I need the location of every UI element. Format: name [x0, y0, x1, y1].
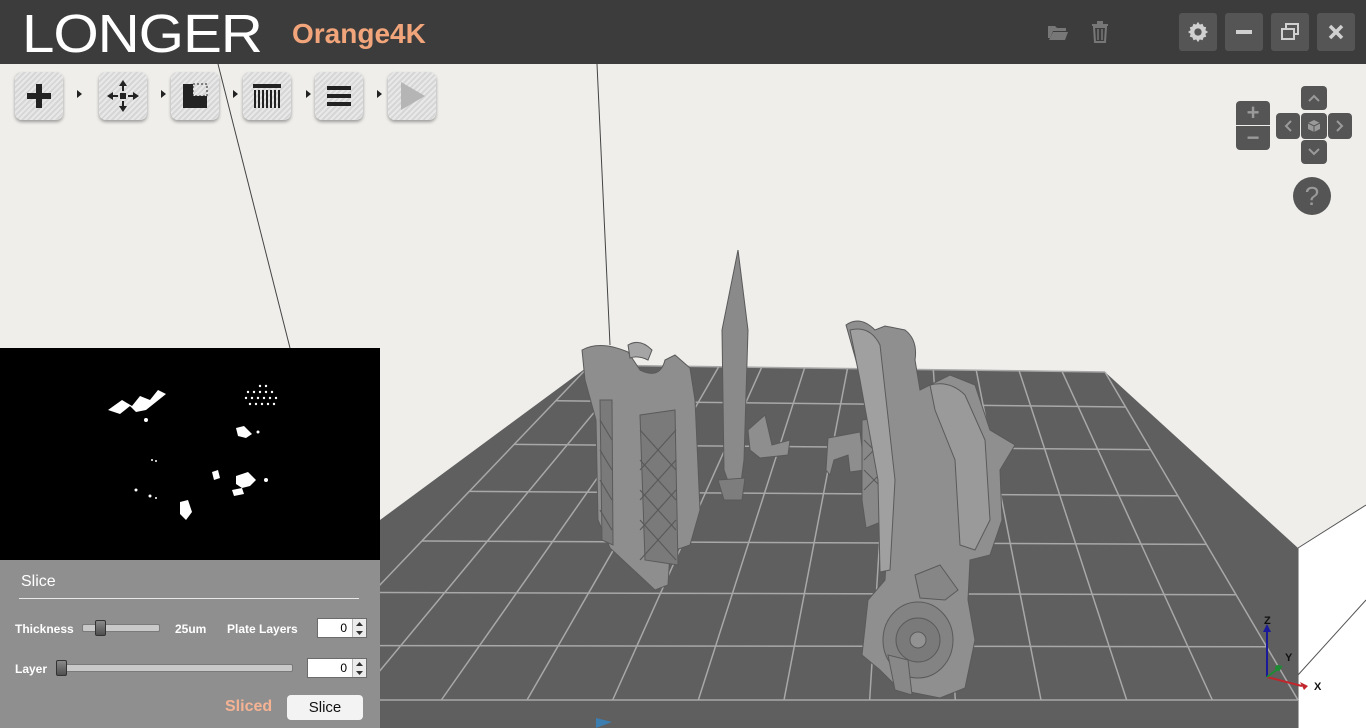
zoom-in-button[interactable]: + — [1236, 101, 1270, 125]
axis-z-label: Z — [1264, 615, 1271, 627]
move-button[interactable] — [99, 72, 147, 120]
folder-open-icon[interactable] — [1046, 20, 1070, 44]
chevron-up-icon — [356, 661, 363, 666]
slice-panel: Slice Thickness 25um Plate Layers 0 Laye… — [0, 560, 380, 728]
spin-up-button[interactable] — [353, 659, 366, 668]
settings-button[interactable] — [1179, 13, 1217, 51]
plate-layers-spinbox[interactable]: 0 — [317, 618, 367, 638]
spin-down-button[interactable] — [353, 668, 366, 677]
build-plate — [269, 364, 1299, 728]
toolbar-arrow-icon — [161, 90, 166, 98]
close-icon — [1328, 24, 1344, 40]
rotate-down-button[interactable] — [1301, 140, 1327, 164]
app-window: LONGER Orange4K Z Y X + − ? Slice Thickn… — [0, 0, 1366, 728]
restore-icon — [1281, 23, 1299, 40]
add-icon — [27, 84, 51, 108]
divider — [19, 598, 359, 599]
chevron-down-icon — [356, 630, 363, 635]
support-icon — [183, 83, 208, 108]
slice-preview — [0, 348, 380, 560]
brand-logo: LONGER — [22, 4, 263, 64]
chevron-up-icon — [1308, 94, 1320, 102]
gear-icon — [1187, 21, 1209, 43]
plate-layers-value: 0 — [340, 621, 347, 635]
thickness-value: 25um — [175, 622, 207, 636]
layer-slider[interactable] — [56, 664, 293, 672]
toolbar-arrow-icon — [306, 90, 311, 98]
toolbar-arrow-icon — [377, 90, 382, 98]
thickness-slider[interactable] — [82, 624, 160, 632]
thickness-slider-handle[interactable] — [95, 620, 107, 636]
chevron-down-icon — [356, 670, 363, 675]
help-icon: ? — [1304, 180, 1320, 211]
slice-layers-button[interactable] — [243, 72, 291, 120]
zoom-out-button[interactable]: − — [1236, 126, 1270, 150]
add-model-button[interactable] — [15, 72, 63, 120]
trash-icon[interactable] — [1088, 20, 1112, 44]
spin-down-button[interactable] — [353, 628, 366, 637]
print-button[interactable] — [388, 72, 436, 120]
move-icon — [107, 80, 139, 112]
restore-button[interactable] — [1271, 13, 1309, 51]
help-button[interactable]: ? — [1293, 177, 1331, 215]
spin-arrows — [352, 619, 366, 637]
slice-panel-title: Slice — [21, 573, 56, 590]
chevron-right-icon — [1336, 120, 1344, 132]
zoom-in-icon: + — [1246, 100, 1260, 125]
slice-layers-icon — [253, 84, 281, 108]
minimize-button[interactable] — [1225, 13, 1263, 51]
axis-x-label: X — [1314, 681, 1322, 693]
thickness-label: Thickness — [15, 622, 74, 636]
layers-button[interactable] — [315, 72, 363, 120]
plate-layers-label: Plate Layers — [227, 622, 298, 636]
spin-arrows — [352, 659, 366, 677]
layer-value: 0 — [340, 661, 347, 675]
layer-slider-handle[interactable] — [56, 660, 67, 676]
printer-model-label: Orange4K — [292, 18, 426, 49]
zoom-out-icon: − — [1246, 125, 1260, 150]
cube-icon — [1307, 120, 1321, 132]
close-button[interactable] — [1317, 13, 1355, 51]
layer-preview-image — [108, 384, 278, 520]
minimize-icon — [1236, 30, 1252, 34]
support-button[interactable] — [171, 72, 219, 120]
layers-icon — [327, 86, 351, 106]
toolbar-arrow-icon — [233, 90, 238, 98]
axis-y-label: Y — [1285, 652, 1293, 664]
chevron-left-icon — [1284, 120, 1292, 132]
layer-spinbox[interactable]: 0 — [307, 658, 367, 678]
rotate-left-button[interactable] — [1276, 113, 1300, 139]
sliced-status: Sliced — [225, 698, 273, 715]
title-bar: LONGER Orange4K — [0, 0, 1366, 64]
rotate-right-button[interactable] — [1328, 113, 1352, 139]
layer-label: Layer — [15, 662, 48, 676]
toolbar-arrow-icon — [77, 90, 82, 98]
rotate-up-button[interactable] — [1301, 86, 1327, 110]
chevron-down-icon — [1308, 148, 1320, 156]
chevron-up-icon — [356, 621, 363, 626]
slice-button[interactable]: Slice — [287, 695, 363, 720]
reset-view-button[interactable] — [1301, 113, 1327, 139]
spin-up-button[interactable] — [353, 619, 366, 628]
play-icon — [401, 82, 425, 110]
